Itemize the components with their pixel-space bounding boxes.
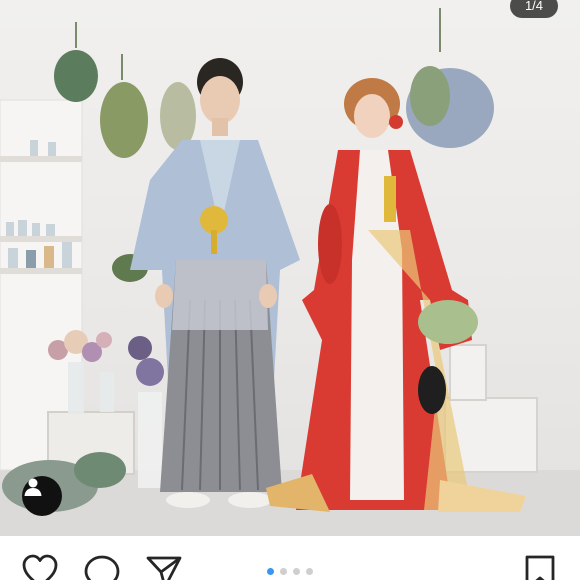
share-button[interactable]: [144, 554, 184, 580]
bookmark-icon: [525, 555, 555, 580]
carousel-dot: [280, 568, 287, 575]
comment-button[interactable]: [82, 554, 122, 580]
carousel-indicator: [0, 568, 580, 575]
comment-bubble-icon: [84, 555, 120, 580]
wedding-couple-illustration: [0, 8, 580, 536]
image-counter-badge: 1/4: [510, 0, 558, 18]
carousel-dot: [306, 568, 313, 575]
heart-icon: [22, 554, 58, 580]
user-tag-icon[interactable]: [22, 476, 62, 516]
carousel-dot-active: [267, 568, 274, 575]
like-button[interactable]: [20, 554, 60, 580]
paper-plane-icon: [146, 556, 182, 580]
instagram-post: 1/4: [0, 0, 580, 580]
person-icon: [24, 478, 42, 496]
save-button[interactable]: [520, 554, 560, 580]
carousel-dot: [293, 568, 300, 575]
post-photo[interactable]: 1/4: [0, 0, 580, 536]
